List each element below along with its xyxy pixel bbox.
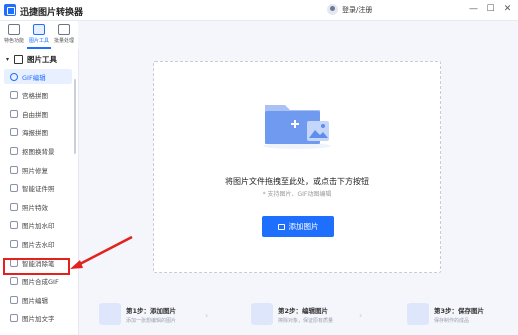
sidebar-item-label: 图片合成GIF (22, 278, 59, 287)
step-desc: 添加一张想编辑的图片 (126, 318, 177, 324)
tab-image-tools[interactable]: 图片工具 (27, 24, 51, 49)
sidebar-item-label: 图片编辑 (22, 296, 48, 305)
login-label: 登录/注册 (342, 5, 373, 14)
sidebar-item-label: 照片特效 (22, 203, 48, 212)
drop-zone-text: 将图片文件拖拽至此处，或点击下方按钮 (225, 177, 369, 186)
sidebar-item[interactable]: 抠图换背景 (4, 143, 72, 158)
batch-icon (58, 24, 70, 35)
highlight-box (3, 258, 70, 275)
sidebar-item-label: 抠图换背景 (22, 147, 55, 156)
sidebar-item-label: 智能证件照 (22, 185, 55, 194)
tool-icon (10, 277, 18, 286)
add-image-button[interactable]: 添加图片 (262, 216, 334, 237)
sidebar-item-label: 图片去水印 (22, 240, 55, 249)
sidebar-item-label: 自由拼图 (22, 110, 48, 119)
avatar-icon (327, 4, 338, 15)
step-desc: 保存制作的成品 (434, 318, 470, 324)
sidebar-item[interactable]: 照片特效 (4, 199, 72, 214)
sidebar-item[interactable]: 智能证件照 (4, 181, 72, 196)
step-arrow-icon: › (205, 311, 209, 320)
sidebar-item[interactable]: 照片修复 (4, 162, 72, 177)
sidebar-item[interactable]: 图片加文字 (4, 311, 72, 326)
tool-icon (10, 184, 18, 193)
main-area: 将图片文件拖拽至此处，或点击下方按钮 * 支持图片、GIF动图编辑 添加图片 第… (79, 21, 518, 335)
sidebar-scrollbar[interactable] (74, 79, 76, 154)
sidebar-item[interactable]: 图片去水印 (4, 236, 72, 251)
tool-icon (10, 146, 18, 155)
tab-label: 特色功能 (3, 38, 24, 44)
folder-image-icon (263, 105, 331, 149)
step-title: 第1步：添加图片 (126, 307, 177, 315)
tool-icon (10, 221, 18, 230)
tool-icon (10, 109, 18, 118)
drop-zone[interactable]: 将图片文件拖拽至此处，或点击下方按钮 * 支持图片、GIF动图编辑 添加图片 (153, 61, 441, 273)
sidebar-item-label: GIF编辑 (22, 73, 46, 82)
sidebar-item-label: 宫格拼图 (22, 92, 48, 101)
add-image-label: 添加图片 (288, 222, 319, 231)
sidebar-item[interactable]: 自由拼图 (4, 106, 72, 121)
sidebar-item[interactable]: 宫格拼图 (4, 88, 72, 103)
step-2-illustration (251, 303, 273, 325)
sidebar-item-label: 图片加文字 (22, 315, 55, 324)
close-icon[interactable]: ✕ (501, 3, 514, 16)
app-title: 迅捷图片转换器 (20, 8, 84, 18)
sidebar-item[interactable]: GIF编辑 (4, 69, 72, 84)
tab-label: 图片工具 (28, 38, 49, 44)
step-desc: 擦除对象，保证原有质量 (278, 318, 334, 324)
tool-icon (10, 239, 18, 248)
section-title: 图片工具 (27, 54, 57, 64)
tab-label: 批量处理 (53, 38, 74, 44)
step-title: 第2步：编辑图片 (278, 307, 329, 315)
tool-icon (10, 165, 18, 174)
tool-icon (10, 202, 18, 211)
steps-bar: 第1步：添加图片 添加一张想编辑的图片 › 第2步：编辑图片 擦除对象，保证原有… (79, 297, 518, 335)
tool-icon (10, 128, 18, 137)
sidebar-item-label: 图片加水印 (22, 222, 55, 231)
mode-tabs: 特色功能 图片工具 批量处理 (0, 21, 78, 49)
title-bar: 迅捷图片转换器 登录/注册 — ☐ ✕ (0, 0, 518, 21)
sidebar-item[interactable]: 图片合成GIF (4, 274, 72, 289)
star-icon (8, 24, 20, 35)
tool-icon (10, 295, 18, 304)
sidebar-item[interactable]: 图片加水印 (4, 218, 72, 233)
step-1-illustration (99, 303, 121, 325)
sidebar-item-label: 海报拼图 (22, 129, 48, 138)
minimize-icon[interactable]: — (467, 3, 480, 16)
tab-featured[interactable]: 特色功能 (2, 24, 26, 47)
tools-icon (14, 54, 23, 64)
step-title: 第3步：保存图片 (434, 307, 485, 315)
chevron-down-icon: ▾ (6, 55, 10, 63)
app-logo-icon (4, 4, 16, 16)
drop-zone-hint: * 支持图片、GIF动图编辑 (262, 191, 332, 198)
maximize-icon[interactable]: ☐ (484, 3, 497, 16)
sidebar-item-label: 照片修复 (22, 166, 48, 175)
sidebar-item[interactable]: 海报拼图 (4, 125, 72, 140)
step-arrow-icon: › (359, 311, 363, 320)
image-tools-icon (33, 24, 45, 35)
tool-icon (10, 91, 18, 100)
sidebar-item[interactable]: 图片编辑 (4, 292, 72, 307)
step-3-illustration (407, 303, 429, 325)
tab-batch[interactable]: 批量处理 (52, 24, 76, 47)
sidebar: ▾ 图片工具 GIF编辑宫格拼图自由拼图海报拼图抠图换背景照片修复智能证件照照片… (0, 49, 79, 335)
login-button[interactable]: 登录/注册 (327, 4, 372, 15)
tool-icon (10, 72, 18, 81)
tool-icon (10, 314, 18, 323)
image-icon (277, 223, 285, 230)
sidebar-section-header[interactable]: ▾ 图片工具 (6, 52, 57, 66)
